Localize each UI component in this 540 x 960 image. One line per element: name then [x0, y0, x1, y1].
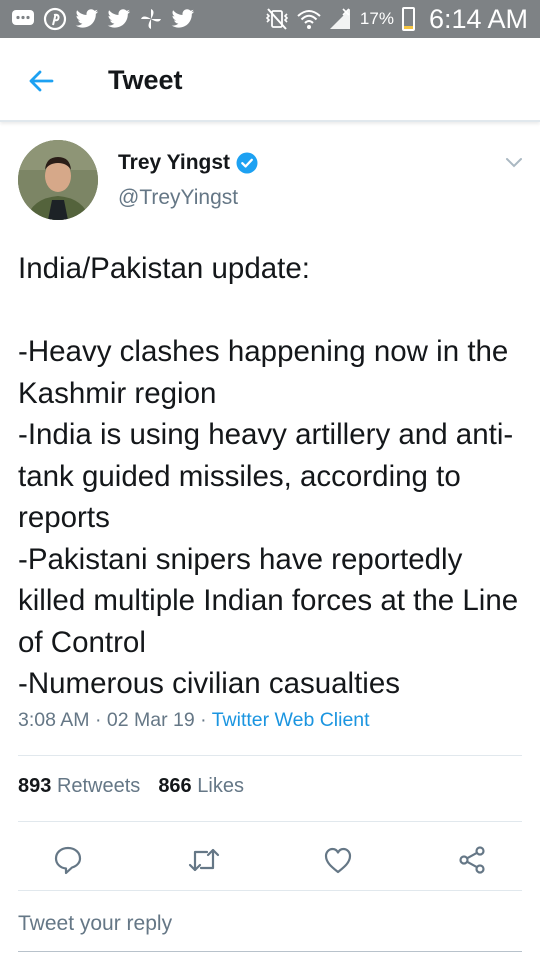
- tweet-time: 3:08 AM: [18, 709, 90, 731]
- divider: [18, 890, 522, 891]
- tweet-date: 02 Mar 19: [106, 709, 195, 731]
- likes-label: Likes: [197, 775, 244, 797]
- retweets-label: Retweets: [56, 775, 141, 797]
- share-icon: [459, 846, 485, 874]
- retweets-count: 893: [18, 775, 52, 797]
- app-header: Tweet: [0, 38, 540, 122]
- likes-stat[interactable]: 866 Likes: [158, 775, 244, 798]
- author-handle[interactable]: @TreyYingst: [118, 186, 238, 210]
- notification-icons: [10, 5, 196, 33]
- reply-box: [18, 908, 522, 952]
- status-time: 6:14 AM: [428, 3, 528, 34]
- tweet-stats: 893 Retweets 866 Likes: [18, 775, 244, 798]
- vibrate-off-icon: [264, 6, 290, 32]
- meta-separator: ·: [94, 709, 102, 731]
- tweet-options-button[interactable]: [503, 152, 525, 174]
- arrow-left-icon: [29, 70, 54, 92]
- wifi-icon: [296, 6, 322, 32]
- divider: [18, 821, 522, 822]
- meta-separator: ·: [200, 709, 207, 731]
- retweets-stat[interactable]: 893 Retweets: [18, 775, 140, 798]
- author-name[interactable]: Trey Yingst: [118, 151, 230, 175]
- likes-count: 866: [158, 775, 192, 797]
- system-icons: 17% 6:14 AM: [264, 0, 528, 38]
- chevron-down-icon: [506, 158, 522, 168]
- signal-icon: [328, 6, 354, 32]
- page-title: Tweet: [108, 65, 183, 95]
- back-button[interactable]: [22, 62, 60, 100]
- retweet-icon: [188, 848, 220, 872]
- divider: [18, 755, 522, 756]
- tweet-text: India/Pakistan update: -Heavy clashes ha…: [18, 252, 519, 700]
- avatar[interactable]: [18, 140, 98, 220]
- verified-badge-icon: [236, 152, 258, 174]
- message-icon: [10, 6, 36, 32]
- pinwheel-icon: [138, 6, 164, 32]
- like-icon: [324, 847, 352, 874]
- twitter-bird-icon: [106, 6, 132, 32]
- tweet-meta: 3:08 AM · 02 Mar 19 · Twitter Web Client: [18, 709, 370, 732]
- pinterest-icon: [42, 6, 68, 32]
- share-button[interactable]: [452, 840, 492, 880]
- tweet-actions: [0, 840, 540, 880]
- retweet-button[interactable]: [184, 840, 224, 880]
- reply-button[interactable]: [48, 840, 88, 880]
- twitter-bird-icon: [170, 6, 196, 32]
- battery-percent: 17%: [359, 9, 394, 28]
- battery-icon: [401, 7, 415, 31]
- tweet-client-link[interactable]: Twitter Web Client: [212, 709, 370, 731]
- status-bar: 17% 6:14 AM: [0, 0, 540, 38]
- author-name-row: Trey Yingst: [118, 149, 258, 177]
- reply-icon: [54, 846, 82, 875]
- reply-input[interactable]: [18, 908, 522, 940]
- like-button[interactable]: [318, 840, 358, 880]
- twitter-bird-icon: [74, 6, 100, 32]
